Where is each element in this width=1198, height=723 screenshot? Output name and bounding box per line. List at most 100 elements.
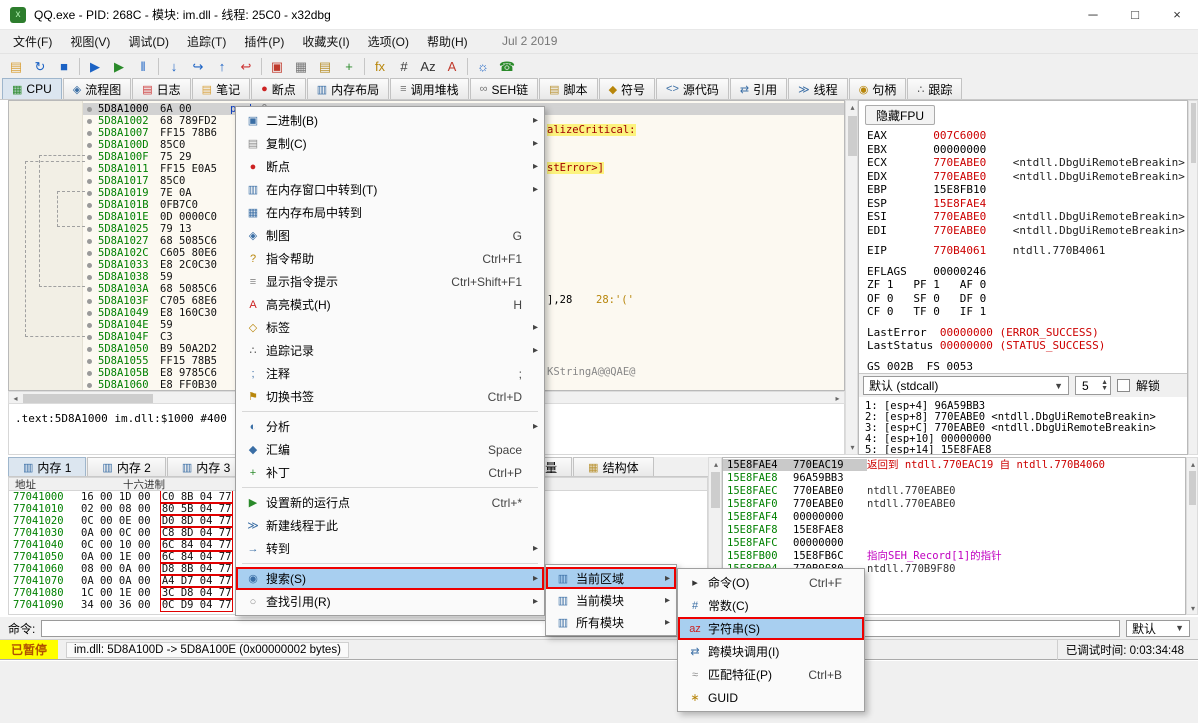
menu-item-current-module[interactable]: ▥当前模块▸ [546,589,676,611]
menu-item-toggle-bookmark[interactable]: ⚑切换书签Ctrl+D [236,385,544,408]
az-icon[interactable]: Az [416,55,440,77]
menu-item-guid[interactable]: ∗GUID [678,686,864,709]
stack-row[interactable]: 15E8FAE4770EAC19返回到 ntdll.770EAC19 自 ntd… [723,458,1185,471]
tab-log[interactable]: ▤日志 [132,78,190,99]
register-row[interactable]: EFLAGS 00000246 [867,265,1185,279]
menu-debug[interactable]: 调试(D) [119,30,178,53]
menu-item-set-new-origin[interactable]: ▶设置新的运行点Ctrl+* [236,491,544,514]
menu-item-label[interactable]: ◇标签▸ [236,316,544,339]
menu-item-analysis[interactable]: ◐分析▸ [236,415,544,438]
hash-icon[interactable]: # [392,55,416,77]
scroll-down-icon[interactable]: ▾ [1187,602,1198,614]
unlock-checkbox[interactable] [1117,379,1130,392]
menu-item-highlighting-mode[interactable]: A高亮模式(H)H [236,293,544,316]
record-trace-icon[interactable]: ▣ [265,55,289,77]
register-row[interactable]: EAX 007C6000 [867,129,1185,143]
menu-item-current-region[interactable]: ▥当前区域▸ [546,567,676,589]
menu-view[interactable]: 视图(V) [61,30,119,53]
maximize-button[interactable]: □ [1114,0,1156,30]
stack-row[interactable]: 15E8FAE896A59BB3 [723,471,1185,484]
menu-plugins[interactable]: 插件(P) [235,30,293,53]
tab-symbols[interactable]: ◆符号 [599,78,655,99]
menu-item-pattern[interactable]: ≈匹配特征(P)Ctrl+B [678,663,864,686]
register-row[interactable]: LastError 00000000 (ERROR_SUCCESS) [867,326,1185,340]
menu-item-show-mnemonic-brief[interactable]: ≡显示指令提示Ctrl+Shift+F1 [236,270,544,293]
stack-arg-row[interactable]: 5: [esp+14] 15E8FAE8 [865,445,1156,455]
register-row[interactable]: CF 0 TF 0 IF 1 [867,305,1185,319]
stack-scrollbar[interactable]: ▴ ▾ [1186,457,1198,615]
register-row[interactable]: ECX 770EABE0 <ntdll.DbgUiRemoteBreakin> [867,156,1185,170]
pause-icon[interactable]: ‖ [131,55,155,77]
menu-item-create-thread-here[interactable]: ≫新建线程于此 [236,514,544,537]
register-row[interactable]: EBP 15E8FB10 [867,183,1185,197]
stop-icon[interactable]: ■ [52,55,76,77]
close-button[interactable]: × [1156,0,1198,30]
minimize-button[interactable]: ─ [1072,0,1114,30]
tab-struct[interactable]: ▦结构体 [573,457,653,476]
register-row[interactable] [867,319,1185,326]
register-row[interactable]: LastStatus 00000000 (STATUS_SUCCESS) [867,339,1185,353]
menu-item-follow-in-dump[interactable]: ▥在内存窗口中转到(T)▸ [236,178,544,201]
tab-memory-map[interactable]: ▥内存布局 [307,78,389,99]
calling-convention-select[interactable]: 默认 (stdcall)▼ [863,376,1069,395]
tab-call-stack[interactable]: ≡调用堆栈 [390,78,468,99]
menu-item-patch[interactable]: +补丁Ctrl+P [236,461,544,484]
register-row[interactable] [867,258,1185,265]
stack-row[interactable]: 15E8FAF400000000 [723,510,1185,523]
menu-trace[interactable]: 追踪(T) [178,30,235,53]
menu-favourites[interactable]: 收藏夹(I) [293,30,358,53]
register-row[interactable] [867,237,1185,244]
command-profile-select[interactable]: 默认▼ [1126,620,1190,637]
argument-count-stepper[interactable]: 5 ▲ ▼ [1075,376,1111,395]
patch-icon[interactable]: + [337,55,361,77]
tab-seh[interactable]: ∞SEH链 [470,78,539,99]
fx-icon[interactable]: fx [368,55,392,77]
stack-row[interactable]: 15E8FAEC770EABE0ntdll.770EABE0 [723,484,1185,497]
menu-item-assemble[interactable]: ◆汇编Space [236,438,544,461]
scroll-thumb[interactable] [23,394,153,403]
register-row[interactable]: GS 002B FS 0053 [867,360,1185,374]
register-row[interactable]: ZF 1 PF 1 AF 0 [867,278,1185,292]
tab-script[interactable]: ▤脚本 [539,78,597,99]
register-row[interactable]: EBX 00000000 [867,143,1185,157]
memory-map-icon[interactable]: ▦ [289,55,313,77]
open-file-icon[interactable]: ▤ [4,55,28,77]
run-to-return-icon[interactable]: ↑ [210,55,234,77]
script-icon[interactable]: ▤ [313,55,337,77]
menu-help[interactable]: 帮助(H) [418,30,477,53]
register-row[interactable]: EDX 770EABE0 <ntdll.DbgUiRemoteBreakin> [867,170,1185,184]
tab-cpu[interactable]: ▦CPU [2,78,62,99]
disasm-vscrollbar[interactable]: ▴ ▾ [845,100,858,455]
menu-item-breakpoint[interactable]: ●断点▸ [236,155,544,178]
register-row[interactable]: EIP 770B4061 ntdll.770B4061 [867,244,1185,258]
tab-trace[interactable]: ∴跟踪 [907,78,962,99]
menu-item-comment[interactable]: ;注释; [236,362,544,385]
menu-item-intermodular-calls[interactable]: ⇄跨模块调用(I) [678,640,864,663]
menu-item-graph[interactable]: ◈制图G [236,224,544,247]
tab-graph[interactable]: ◈流程图 [63,78,131,99]
tab-dump-1[interactable]: ▥内存 1 [8,457,86,476]
stack-row[interactable]: 15E8FB0015E8FB6C指向SEH_Record[1]的指针 [723,549,1185,562]
menu-item-trace-record[interactable]: ∴追踪记录▸ [236,339,544,362]
scroll-thumb[interactable] [848,116,857,156]
tab-threads[interactable]: ≫线程 [788,78,848,99]
registers-scrollbar[interactable] [1188,100,1198,455]
settings-icon[interactable]: ☼ [471,55,495,77]
stack-row[interactable]: 15E8FAF0770EABE0ntdll.770EABE0 [723,497,1185,510]
stack-row[interactable]: 15E8FAF815E8FAE8 [723,523,1185,536]
spin-down-icon[interactable]: ▼ [1101,385,1108,392]
scroll-up-icon[interactable]: ▴ [1187,458,1198,470]
run-alt-icon[interactable]: ▶ [107,55,131,77]
register-row[interactable]: EDI 770EABE0 <ntdll.DbgUiRemoteBreakin> [867,224,1185,238]
register-row[interactable] [867,353,1185,360]
register-row[interactable]: ESI 770EABE0 <ntdll.DbgUiRemoteBreakin> [867,210,1185,224]
tab-dump-3[interactable]: ▥内存 3 [167,457,245,476]
menu-item-instruction-help[interactable]: ?指令帮助Ctrl+F1 [236,247,544,270]
step-over-icon[interactable]: ↪ [186,55,210,77]
menu-item-search[interactable]: ◉搜索(S)▸ [236,567,544,590]
menu-item-find-references[interactable]: ○查找引用(R)▸ [236,590,544,613]
register-row[interactable]: ESP 15E8FAE4 [867,197,1185,211]
menu-item-goto[interactable]: →转到▸ [236,537,544,560]
menu-item-binary[interactable]: ▣二进制(B)▸ [236,109,544,132]
run-icon[interactable]: ▶ [83,55,107,77]
